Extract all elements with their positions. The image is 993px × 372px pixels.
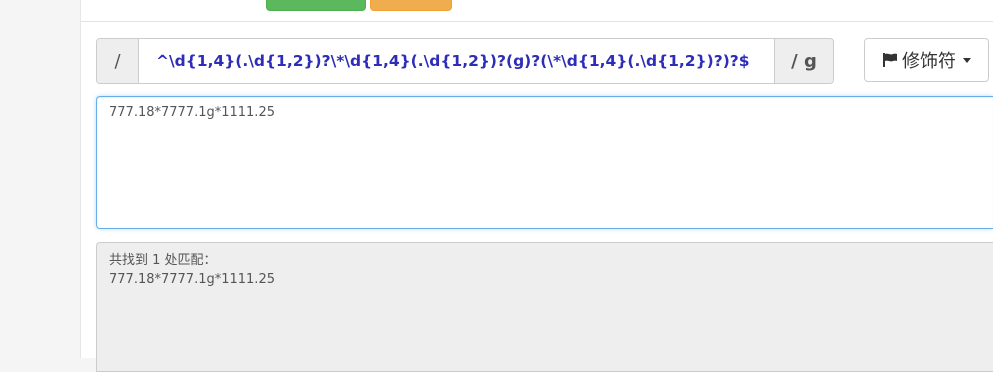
top-toolbar (81, 0, 993, 22)
flag-icon (882, 52, 898, 68)
regex-open-delimiter: / (97, 39, 139, 83)
match-result-item: 777.18*7777.1g*1111.25 (109, 272, 275, 287)
match-summary: 共找到 1 处匹配： (109, 253, 217, 268)
match-result-panel: 共找到 1 处匹配： 777.18*7777.1g*1111.25 (96, 242, 993, 372)
regex-pattern-input[interactable] (139, 39, 774, 83)
green-action-button[interactable] (266, 0, 366, 11)
flags-dropdown-button[interactable]: 修饰符 (864, 38, 989, 82)
chevron-down-icon (963, 57, 971, 63)
orange-action-button[interactable] (370, 0, 452, 11)
regex-flags-display: / g (774, 39, 833, 83)
regex-tester-panel: / / g 修饰符 777.18*7777.1g*1111.25 共找到 1 处… (81, 0, 993, 372)
test-string-textarea[interactable]: 777.18*7777.1g*1111.25 (96, 96, 993, 229)
left-gutter (0, 0, 81, 358)
flags-dropdown-label: 修饰符 (902, 51, 956, 72)
regex-input-group: / / g (96, 38, 834, 84)
